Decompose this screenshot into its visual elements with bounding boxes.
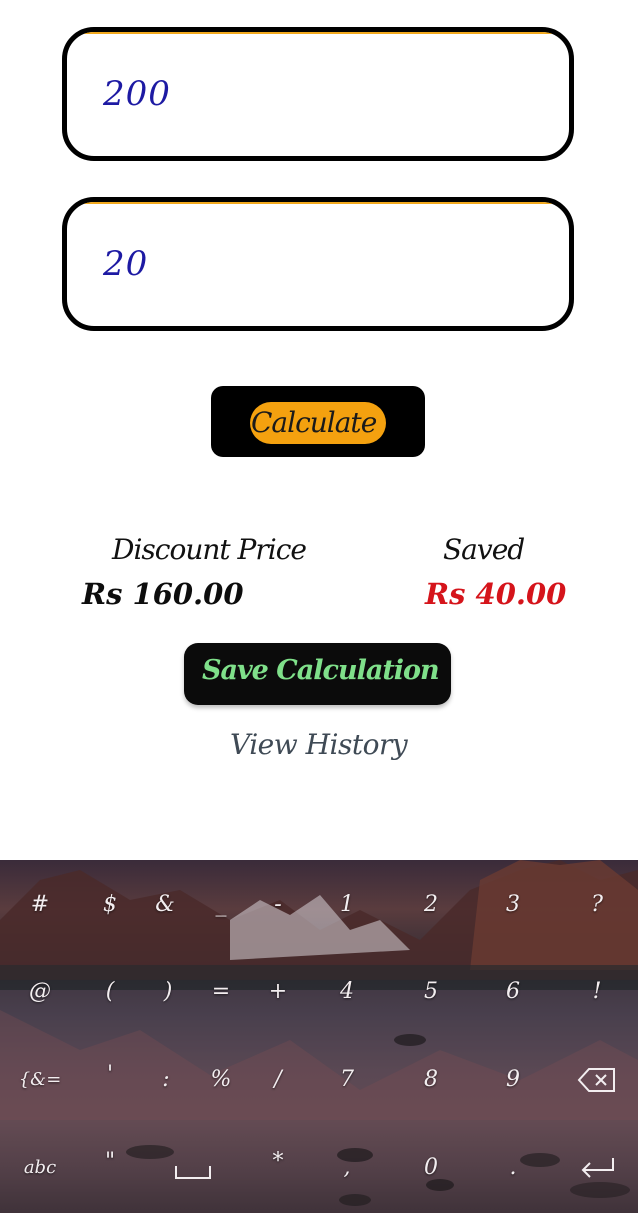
- price-input-value: 200: [103, 74, 171, 114]
- discount-input[interactable]: 20: [62, 197, 574, 331]
- key-period[interactable]: .: [478, 1128, 548, 1208]
- key-7[interactable]: 7: [312, 1040, 382, 1120]
- key-6[interactable]: 6: [478, 952, 548, 1032]
- save-calculation-button[interactable]: Save Calculation: [184, 643, 451, 705]
- enter-key[interactable]: [562, 1128, 632, 1208]
- key-8[interactable]: 8: [396, 1040, 466, 1120]
- key-4[interactable]: 4: [312, 952, 382, 1032]
- space-key[interactable]: [158, 1128, 228, 1208]
- saved-label: Saved: [443, 533, 525, 566]
- discount-price-value: Rs 160.00: [82, 577, 244, 611]
- key-quote[interactable]: ": [75, 1122, 145, 1202]
- key-slash[interactable]: /: [243, 1040, 313, 1120]
- key-1[interactable]: 1: [312, 865, 382, 945]
- backspace-icon: [577, 1068, 615, 1092]
- key-exclamation[interactable]: !: [562, 952, 632, 1032]
- save-calculation-label: Save Calculation: [202, 655, 440, 686]
- key-hash[interactable]: #: [5, 865, 75, 945]
- key-hyphen[interactable]: -: [243, 865, 313, 945]
- discount-price-label: Discount Price: [112, 533, 307, 566]
- key-comma[interactable]: ,: [312, 1128, 382, 1208]
- key-symbols-toggle[interactable]: {&=: [5, 1040, 75, 1120]
- backspace-key[interactable]: [562, 1040, 632, 1120]
- key-plus[interactable]: +: [243, 952, 313, 1032]
- key-2[interactable]: 2: [396, 865, 466, 945]
- discount-input-value: 20: [103, 244, 149, 284]
- key-5[interactable]: 5: [396, 952, 466, 1032]
- key-question[interactable]: ?: [562, 865, 632, 945]
- calculate-label: Calculate: [251, 406, 377, 439]
- key-abc[interactable]: abc: [5, 1128, 75, 1208]
- enter-icon: [581, 1158, 614, 1178]
- key-0[interactable]: 0: [396, 1128, 466, 1208]
- space-icon: [175, 1166, 211, 1179]
- soft-keyboard: # $ & _ - 1 2 3 ? @ ( ) = + 4 5 6 ! {&= …: [0, 860, 638, 1213]
- price-input[interactable]: 200: [62, 27, 574, 161]
- key-at[interactable]: @: [5, 952, 75, 1032]
- key-3[interactable]: 3: [478, 865, 548, 945]
- view-history-link[interactable]: View History: [230, 728, 408, 761]
- saved-value: Rs 40.00: [425, 577, 567, 611]
- calculate-button[interactable]: Calculate: [211, 386, 425, 457]
- key-asterisk[interactable]: *: [243, 1122, 313, 1202]
- key-9[interactable]: 9: [478, 1040, 548, 1120]
